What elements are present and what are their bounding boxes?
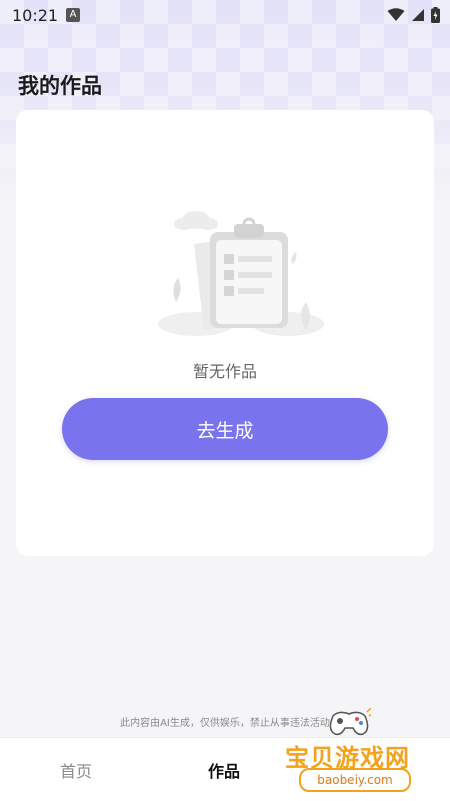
tab-home[interactable]: 首页 — [60, 758, 92, 782]
watermark-url: baobeiy.com — [299, 768, 411, 792]
site-watermark: 宝贝游戏网 baobeiy.com — [275, 708, 425, 796]
works-card: 暂无作品 去生成 — [16, 110, 434, 556]
empty-state-message: 暂无作品 — [192, 362, 257, 381]
status-icons — [387, 7, 440, 23]
signal-icon — [412, 9, 424, 21]
battery-icon — [431, 7, 440, 23]
page-title: 我的作品 — [18, 74, 102, 98]
status-bar: 10:21 A — [0, 0, 450, 32]
status-time: 10:21 — [12, 6, 59, 25]
app-notification-icon: A — [66, 8, 80, 22]
wifi-icon — [387, 8, 405, 21]
generate-button[interactable]: 去生成 — [62, 398, 388, 460]
gamepad-icon — [329, 708, 371, 736]
tab-works[interactable]: 作品 — [208, 758, 240, 782]
empty-clipboard-icon — [158, 211, 324, 336]
